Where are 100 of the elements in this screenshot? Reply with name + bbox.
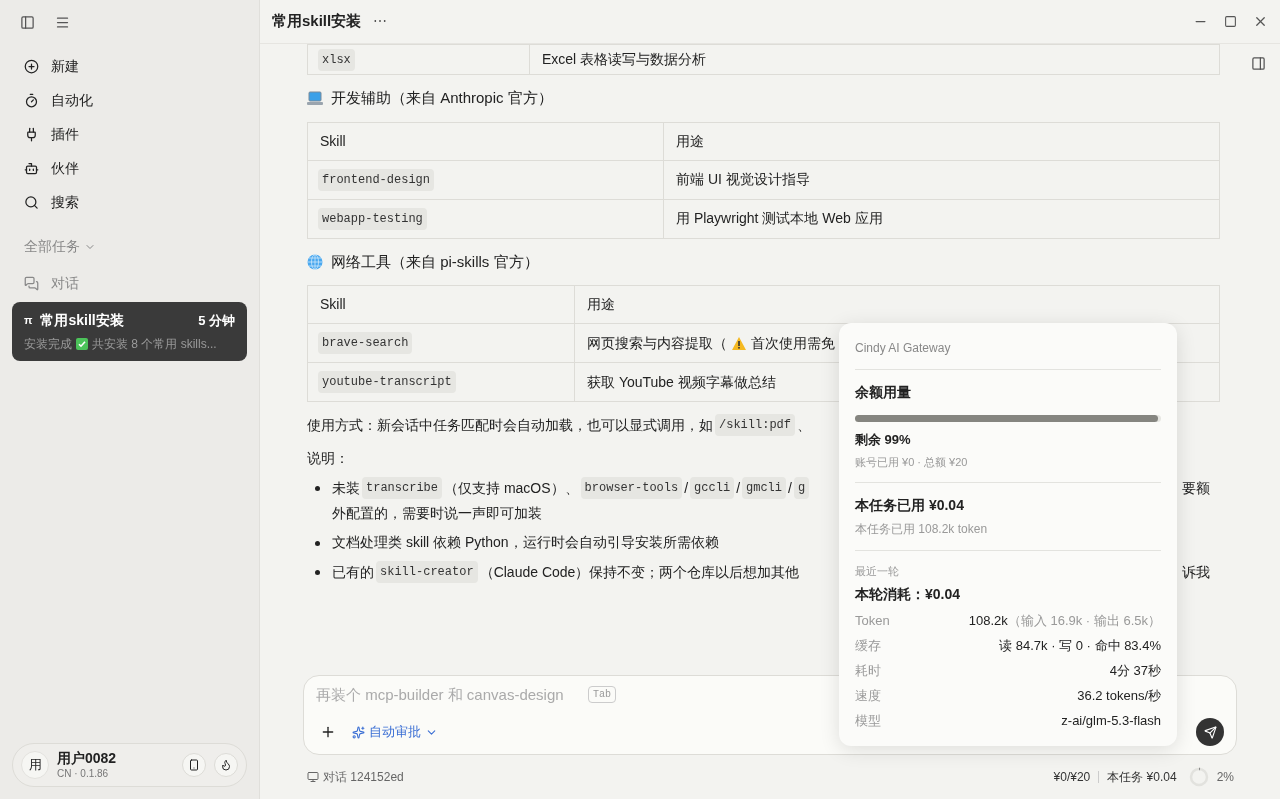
nav-item[interactable]: 伙伴 — [12, 154, 247, 182]
note-label: 说明： — [307, 449, 349, 468]
stat-value: z-ai/glm-5.3-flash — [1061, 712, 1161, 731]
bullet-icon — [315, 541, 320, 546]
plug-icon — [24, 126, 39, 142]
bullet-icon — [315, 570, 320, 575]
maximize-icon[interactable] — [1224, 15, 1237, 28]
task-status: 安装完成 — [24, 336, 72, 353]
context-ring — [1188, 767, 1209, 787]
close-icon[interactable] — [1253, 14, 1268, 29]
send-icon — [1203, 725, 1217, 739]
menu-icon[interactable] — [55, 14, 70, 30]
text: / — [736, 478, 740, 498]
conversation-id: 对话 124152ed — [323, 769, 404, 786]
column-header: Skill — [319, 295, 347, 314]
inline-code: gccli — [690, 477, 735, 499]
popover-title: Cindy AI Gateway — [855, 340, 952, 357]
window-title: 常用skill安装 — [272, 11, 362, 32]
user-name: 用户0082 — [57, 750, 118, 768]
section-heading: 网络工具（来自 pi-skills 官方） — [331, 251, 539, 272]
send-button[interactable] — [1196, 718, 1224, 746]
column-header: Skill — [319, 131, 347, 151]
bullet-icon — [315, 486, 320, 491]
text: 获取 YouTube 视频字幕做总结 — [587, 372, 776, 392]
account-usage: 账号已用 ¥0 · 总额 ¥20 — [855, 454, 969, 470]
task-item[interactable]: π 常用skill安装 5 分钟 安装完成 共安装 8 个常用 skills... — [12, 302, 247, 361]
user-meta: CN · 0.1.86 — [57, 767, 110, 780]
phone-icon — [188, 759, 200, 771]
task-summary: 共安装 8 个常用 skills... — [92, 336, 217, 353]
task-tokens: 本任务已用 108.2k token — [855, 521, 989, 538]
text: 、 — [797, 415, 811, 435]
text: / — [684, 478, 689, 498]
check-icon — [76, 338, 88, 350]
task-title: 常用skill安装 — [40, 311, 125, 330]
plus-circle-icon — [24, 58, 39, 74]
stat-label: Token — [855, 612, 890, 631]
group-label: 对话 — [51, 274, 79, 293]
key-hint: Tab — [588, 686, 616, 704]
phone-button[interactable] — [182, 753, 206, 777]
inline-code: skill-creator — [376, 561, 478, 583]
context-percent: 2% — [1216, 769, 1234, 786]
panel-toggle-icon[interactable] — [1251, 56, 1266, 71]
monitor-icon — [307, 771, 319, 783]
text: 要额 — [1182, 478, 1211, 498]
inline-code: webapp-testing — [318, 207, 427, 230]
task-cost: 本任务 ¥0.04 — [1107, 769, 1177, 786]
inline-code: gmcli — [742, 477, 787, 499]
text: 用 Playwright 测试本地 Web 应用 — [676, 209, 883, 228]
search-icon — [24, 194, 39, 210]
task-time: 5 分钟 — [198, 311, 235, 330]
flame-button[interactable] — [214, 753, 238, 777]
text: 外配置的，需要时说一声即可加装 — [332, 504, 542, 523]
laptop-icon — [307, 90, 323, 106]
add-icon[interactable] — [320, 724, 336, 740]
inline-code: /skill:pdf — [715, 414, 795, 436]
text: 前端 UI 视觉设计指导 — [676, 170, 810, 189]
flame-icon — [220, 759, 232, 771]
warning-icon — [731, 335, 747, 351]
approval-dropdown[interactable]: 自动审批 — [352, 722, 438, 742]
chat-icon — [24, 276, 39, 291]
stat-value: 36.2 tokens/秒 — [1077, 687, 1161, 706]
stat-label: 耗时 — [855, 662, 881, 681]
text: （仅支持 macOS）、 — [444, 478, 579, 498]
column-header: 用途 — [663, 122, 1219, 160]
text: 未装 — [332, 478, 360, 498]
avatar: 用 — [21, 751, 49, 779]
nav-item[interactable]: 自动化 — [12, 86, 247, 114]
remaining: 剩余 99% — [855, 431, 912, 449]
inline-code: transcribe — [362, 477, 442, 499]
text: （Claude Code）保持不变；两个仓库以后想加其他 — [479, 562, 800, 582]
pi-label: π — [24, 313, 33, 329]
stat-label: 模型 — [855, 712, 881, 731]
stat-value: 4分 37秒 — [1109, 662, 1161, 681]
text: 文档处理类 skill 依赖 Python，运行时会自动引导安装所需依赖 — [332, 533, 719, 552]
more-button[interactable]: ⋯ — [373, 11, 388, 32]
task-cost: 本任务已用 ¥0.04 — [855, 496, 965, 515]
inline-code: youtube-transcript — [318, 371, 456, 393]
quota-title: 余额用量 — [855, 383, 912, 402]
text: 网页搜索与内容提取（ — [587, 333, 727, 353]
text: / — [788, 478, 792, 498]
timer-icon — [24, 92, 39, 108]
text: Excel 表格读写与数据分析 — [542, 50, 707, 69]
text: 首次使用需免 — [751, 333, 835, 353]
stat-value: 108.2k（输入 16.9k · 输出 6.5k） — [968, 612, 1161, 631]
nav-item[interactable]: 新建 — [12, 52, 247, 80]
text: 诉我 — [1182, 562, 1211, 582]
user-card[interactable]: 用 用户0082 CN · 0.1.86 — [12, 743, 247, 787]
message-input[interactable]: 再装个 mcp-builder 和 canvas-design — [316, 683, 584, 706]
stat-value: 读 84.7k · 写 0 · 命中 83.4% — [999, 637, 1161, 656]
sidebar-toggle-icon[interactable] — [20, 14, 35, 30]
recent-label: 最近一轮 — [855, 564, 900, 579]
inline-code: frontend-design — [318, 168, 435, 191]
inline-code: browser-tools — [580, 477, 683, 499]
nav-item[interactable]: 插件 — [12, 120, 247, 148]
balance: ¥0/¥20 — [1053, 769, 1091, 786]
inline-code: g — [793, 477, 810, 499]
section-heading: 开发辅助（来自 Anthropic 官方） — [331, 88, 553, 108]
nav-item[interactable]: 搜索 — [12, 188, 247, 216]
globe-icon — [307, 253, 323, 270]
text: 已有的 — [332, 562, 374, 582]
